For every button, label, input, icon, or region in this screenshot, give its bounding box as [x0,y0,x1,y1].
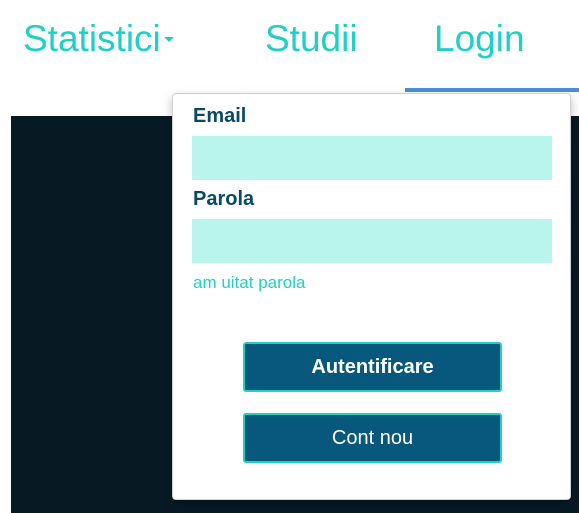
forgot-password-link[interactable]: am uitat parola [193,273,305,293]
nav-item-statistici[interactable]: Statistici [23,14,174,64]
nav-item-studii-label: Studii [265,18,358,59]
password-label: Parola [193,188,255,210]
register-button[interactable]: Cont nou [243,413,502,463]
active-tab-indicator [405,88,579,92]
email-field[interactable] [192,136,552,180]
nav-item-login[interactable]: Login [434,14,525,64]
nav-item-studii[interactable]: Studii [265,14,358,64]
nav-item-statistici-label: Statistici [23,18,161,59]
email-label: Email [193,105,247,127]
caret-down-icon [163,36,174,42]
login-button[interactable]: Autentificare [243,342,502,392]
nav-item-login-label: Login [434,18,525,59]
login-dropdown: Email Parola am uitat parola Autentifica… [172,93,571,500]
password-field[interactable] [192,219,552,263]
